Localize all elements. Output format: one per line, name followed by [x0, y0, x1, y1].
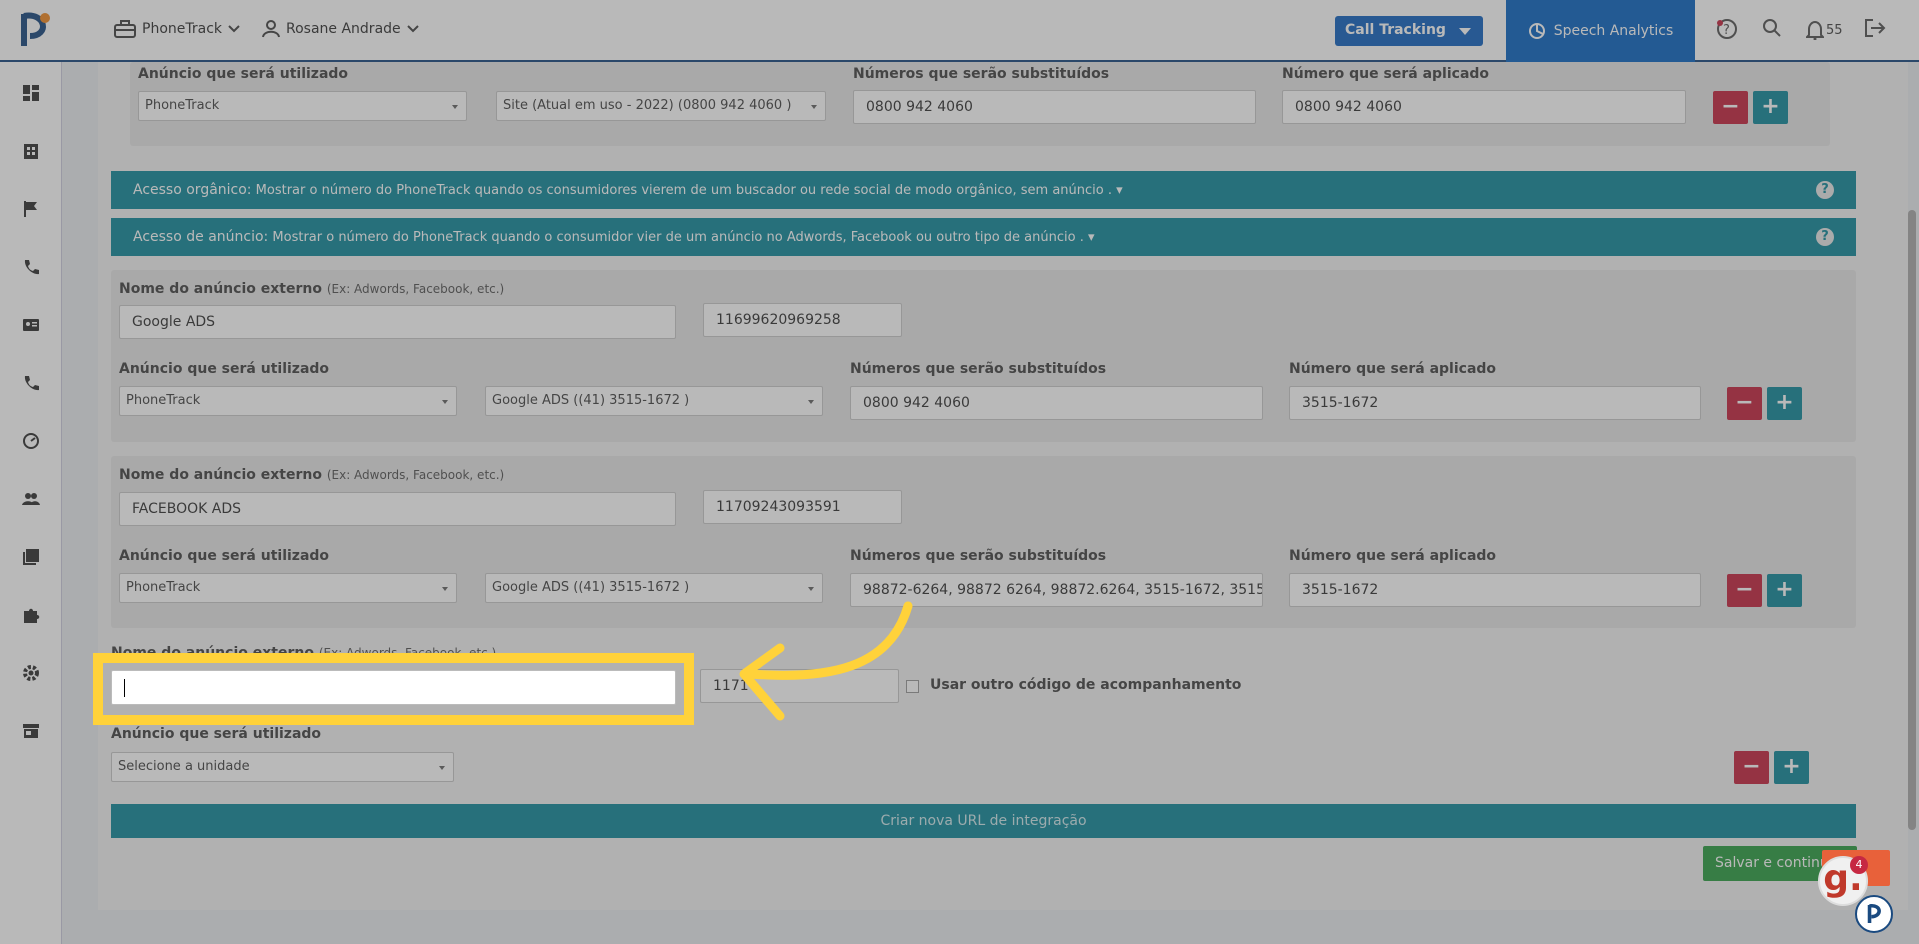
chevron-down-icon	[406, 25, 419, 33]
applied-input[interactable]: 3515-1672	[1289, 573, 1701, 607]
caret-down-icon: ▾	[1116, 183, 1123, 198]
remove-button[interactable]: −	[1734, 751, 1769, 784]
create-integration-url-button[interactable]: Criar nova URL de integração	[111, 804, 1856, 838]
ad-label: Anúncio que será utilizado	[119, 548, 330, 564]
users-icon[interactable]	[22, 490, 40, 508]
contact-card-icon[interactable]	[22, 316, 40, 334]
puzzle-icon[interactable]	[22, 606, 40, 624]
speech-analytics-button[interactable]: Speech Analytics	[1506, 0, 1695, 62]
chevron-down-icon	[228, 25, 240, 33]
help-icon[interactable]: ?	[1816, 228, 1834, 246]
gear-icon[interactable]	[22, 664, 40, 682]
product-menu[interactable]: PhoneTrack	[114, 20, 240, 38]
organic-title: Acesso orgânico:	[133, 182, 252, 198]
ad-access-bar[interactable]: Acesso de anúncio: Mostrar o número do P…	[111, 218, 1856, 256]
sidebar	[0, 62, 62, 944]
user-icon	[262, 20, 280, 38]
ad-select[interactable]: PhoneTrack	[138, 91, 467, 121]
tracking-code-input[interactable]: 11699620969258	[703, 303, 902, 337]
applied-label: Número que será aplicado	[1289, 361, 1497, 377]
numbers-input[interactable]: 0800 942 4060	[850, 386, 1263, 420]
applied-input[interactable]: 0800 942 4060	[1282, 90, 1686, 124]
applied-input[interactable]: 3515-1672	[1289, 386, 1701, 420]
phone-icon[interactable]	[22, 258, 40, 276]
other-code-label: Usar outro código de acompanhamento	[930, 677, 1242, 693]
briefcase-icon	[114, 20, 136, 38]
building-icon[interactable]	[22, 142, 40, 160]
numbers-label: Números que serão substituídos	[850, 361, 1107, 377]
organic-text: Mostrar o número do PhoneTrack quando os…	[255, 183, 1112, 198]
remove-button[interactable]: −	[1727, 387, 1762, 420]
phonetrack-logo[interactable]	[18, 10, 52, 50]
applied-label: Número que será aplicado	[1289, 548, 1497, 564]
store-icon[interactable]	[22, 722, 40, 740]
pointer-arrow	[739, 601, 913, 721]
notifications-count: 55	[1826, 23, 1843, 38]
scrollbar[interactable]	[1908, 210, 1916, 830]
external-name-input[interactable]: FACEBOOK ADS	[119, 492, 676, 526]
tracking-code-input[interactable]: 11709243093591	[703, 490, 902, 524]
ad-label: Anúncio que será utilizado	[138, 66, 349, 82]
remove-button[interactable]: −	[1713, 91, 1748, 124]
add-button[interactable]: +	[1753, 91, 1788, 124]
top-bar: PhoneTrack Rosane Andrade Call Tracking …	[0, 0, 1919, 62]
user-menu[interactable]: Rosane Andrade	[262, 20, 419, 38]
numbers-label: Números que serão substituídos	[850, 548, 1107, 564]
highlight-frame	[93, 653, 694, 725]
help-icon[interactable]: ?	[1716, 18, 1738, 40]
logout-icon[interactable]	[1864, 18, 1886, 38]
library-icon[interactable]	[22, 548, 40, 566]
ad-label: Anúncio que será utilizado	[119, 361, 330, 377]
numbers-label: Números que serão substituídos	[853, 66, 1110, 82]
caret-down-icon: ▾	[1087, 230, 1095, 245]
phonetrack-widget-icon[interactable]	[1855, 895, 1893, 933]
add-button[interactable]: +	[1767, 387, 1802, 420]
speech-analytics-icon	[1528, 23, 1545, 39]
new-ad-label: Anúncio que será utilizado	[111, 726, 322, 742]
applied-label: Número que será aplicado	[1282, 66, 1490, 82]
phone-call-icon[interactable]	[22, 374, 40, 392]
help-icon[interactable]: ?	[1816, 181, 1834, 199]
caret-down-icon	[1459, 28, 1471, 35]
chat-badge: 4	[1850, 856, 1868, 874]
flag-icon[interactable]	[22, 200, 40, 218]
add-button[interactable]: +	[1767, 574, 1802, 607]
campaign-select[interactable]: Google ADS ((41) 3515-1672 )	[485, 386, 823, 416]
site-select[interactable]: Site (Atual em uso - 2022) (0800 942 406…	[496, 91, 826, 121]
external-name-input[interactable]: Google ADS	[119, 305, 676, 339]
add-button[interactable]: +	[1774, 751, 1809, 784]
ad-access-text: Mostrar o número do PhoneTrack quando o …	[272, 230, 1084, 245]
ad-select[interactable]: PhoneTrack	[119, 386, 457, 416]
ad-access-title: Acesso de anúncio:	[133, 229, 269, 245]
external-name-label: Nome do anúncio externo (Ex: Adwords, Fa…	[119, 281, 505, 297]
numbers-input[interactable]: 0800 942 4060	[853, 90, 1256, 124]
bell-icon[interactable]	[1806, 20, 1824, 40]
user-name: Rosane Andrade	[286, 21, 401, 37]
unit-select[interactable]: Selecione a unidade	[111, 752, 454, 782]
external-name-label: Nome do anúncio externo (Ex: Adwords, Fa…	[119, 467, 505, 483]
call-tracking-select[interactable]: Call Tracking	[1335, 16, 1483, 46]
organic-access-bar[interactable]: Acesso orgânico: Mostrar o número do Pho…	[111, 171, 1856, 209]
product-name: PhoneTrack	[142, 21, 223, 37]
search-icon[interactable]	[1762, 18, 1782, 38]
remove-button[interactable]: −	[1727, 574, 1762, 607]
ad-select[interactable]: PhoneTrack	[119, 573, 457, 603]
speed-icon[interactable]	[22, 432, 40, 450]
svg-text:?: ?	[1723, 23, 1730, 38]
dashboard-icon[interactable]	[22, 84, 40, 102]
